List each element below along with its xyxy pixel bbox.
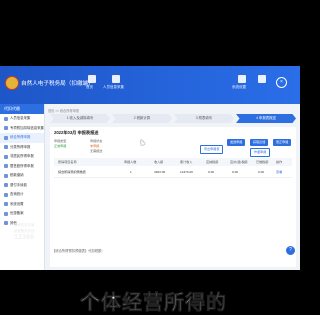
sidebar-item-restricted-stock[interactable]: 限售股所得申报 <box>0 162 44 172</box>
sidebar: 代扣代缴 人员信息采集 专项附加扣除信息采集 综合所得申报 分类所得申报 非居民… <box>0 104 45 270</box>
bell-icon[interactable] <box>258 75 266 83</box>
table-header: 所得项目名称 申报人数 收入额 累计收入 应纳税额 应补(退)税额 已缴税额 操… <box>54 158 292 166</box>
search-icon <box>4 192 8 197</box>
get-feedback-button[interactable]: 获取反馈 <box>250 139 269 146</box>
tax-logo-icon: S <box>5 225 12 236</box>
sidebar-item-settings[interactable]: 系统设置 <box>0 200 44 210</box>
nav-person-info[interactable]: 人员信息采集 <box>103 85 124 90</box>
col-tax-payable: 应纳税额 <box>206 160 219 164</box>
gear-icon[interactable] <box>238 75 246 83</box>
person-icon <box>4 116 8 121</box>
col-action: 操作 <box>276 160 283 164</box>
col-people: 申报人数 <box>124 160 137 164</box>
home-icon[interactable] <box>88 75 96 83</box>
declare-type-value: 正常申报 <box>54 144 67 148</box>
col-tax-due: 应补(退)税额 <box>230 160 248 164</box>
table-row[interactable]: 综合所得预扣预缴表 1 4823.00 14470.00 0.00 0.00 0… <box>54 167 292 178</box>
cell-tax-paid: 0.00 <box>258 170 265 174</box>
step-submit[interactable]: 4 申报表报送 <box>236 114 296 123</box>
watermark-line1: 国家税务总局 <box>14 223 35 227</box>
view-link[interactable]: 查看 <box>276 167 282 177</box>
col-tax-paid: 已缴税额 <box>256 160 269 164</box>
sidebar-item-comprehensive[interactable]: 综合所得申报 <box>0 133 44 143</box>
cell-cumulative: 14470.00 <box>180 170 193 174</box>
report-icon <box>4 135 8 140</box>
filing-icon <box>4 211 8 216</box>
correct-declaration-button[interactable]: 更正申报 <box>273 139 292 146</box>
nav-settings[interactable]: 系统设置 <box>232 85 246 90</box>
period-title: 2022年03月 申报表报送 <box>54 130 99 135</box>
refund-icon <box>4 183 8 188</box>
gear-icon <box>4 202 8 207</box>
send-declaration-button[interactable]: 发送申报 <box>227 139 246 146</box>
cell-income: 4823.00 <box>154 170 166 174</box>
sidebar-item-query[interactable]: 查询统计 <box>0 190 44 200</box>
sidebar-item-special-deduction[interactable]: 专项附加扣除信息采集 <box>0 124 44 134</box>
step-wizard: 1 收入及减除填写 2 税款计算 3 附表填写 4 申报表报送 <box>50 114 296 123</box>
sidebar-item-category[interactable]: 分类所得申报 <box>0 143 44 153</box>
close-icon[interactable]: × <box>276 77 287 88</box>
watermark-line2: 纳税服务热线 <box>14 229 35 233</box>
footer-note: 【综合所得预扣预缴表】代扣税额： <box>52 249 105 253</box>
declaration-panel: 2022年03月 申报表报送 申报类型 正常申报 申报状态 未申报 无需报送 导… <box>50 127 296 267</box>
sidebar-item-payment[interactable]: 税款缴纳 <box>0 171 44 181</box>
video-subtitle: 个体经营所得的 <box>80 292 227 315</box>
sidebar-item-nonresident[interactable]: 非居民所得申报 <box>0 152 44 162</box>
col-income-item: 所得项目名称 <box>58 160 77 164</box>
app-title: 自然人电子税务局（扣缴端） <box>21 81 94 87</box>
cancel-declaration-button[interactable]: 作废申报 <box>250 148 271 157</box>
app-header: 自然人电子税务局（扣缴端） 首页 人员信息采集 系统设置 × <box>0 66 300 104</box>
cell-tax-due: 0.00 <box>232 170 239 174</box>
export-report-button[interactable]: 导出申报表 <box>200 145 224 154</box>
sidebar-item-preferential[interactable]: 优惠备案 <box>0 209 44 219</box>
sidebar-heading[interactable]: 代扣代缴 <box>0 104 44 114</box>
step-tax-calc[interactable]: 2 税款计算 <box>112 114 172 123</box>
sidebar-item-person-info[interactable]: 人员信息采集 <box>0 114 44 124</box>
cell-income-item: 综合所得预扣预缴表 <box>58 170 86 174</box>
document-icon <box>4 126 8 131</box>
cell-people: 1 <box>130 170 132 174</box>
col-income: 收入额 <box>154 160 164 164</box>
help-icon[interactable]: ? <box>286 246 295 255</box>
report-note: 无需报送 <box>90 149 103 153</box>
globe-icon <box>4 154 8 159</box>
payment-icon <box>4 173 8 178</box>
nav-home[interactable]: 首页 <box>86 85 93 90</box>
tax-emblem-icon <box>5 76 19 90</box>
people-icon[interactable] <box>112 75 120 83</box>
sidebar-item-refund-fee[interactable]: 退付手续费 <box>0 181 44 191</box>
col-cumulative: 累计收入 <box>180 160 193 164</box>
app-screen: 自然人电子税务局（扣缴端） 首页 人员信息采集 系统设置 × 代扣代缴 人员信息… <box>0 66 300 270</box>
step-income[interactable]: 1 收入及减除填写 <box>50 114 110 123</box>
cell-tax-payable: 0.00 <box>208 170 215 174</box>
category-icon <box>4 145 8 150</box>
stock-icon <box>4 164 8 169</box>
step-attachment[interactable]: 3 附表填写 <box>174 114 234 123</box>
hotline-number: 12366 <box>14 234 35 241</box>
breadcrumb: 首页 >> 综合所得申报 <box>48 109 79 113</box>
